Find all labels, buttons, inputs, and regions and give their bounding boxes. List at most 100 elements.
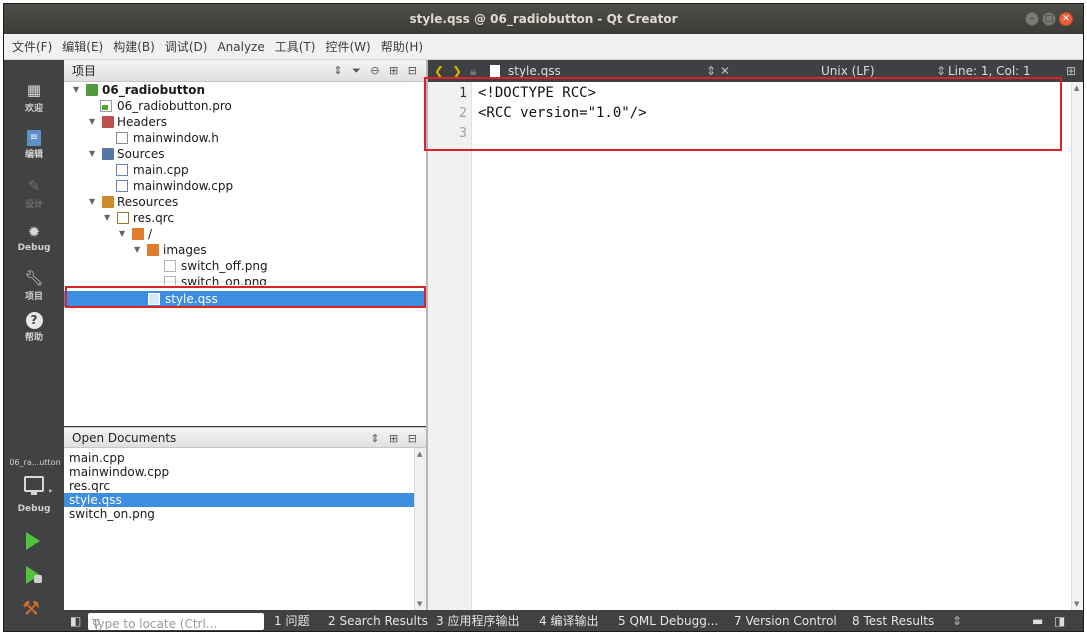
code-line[interactable]: <RCC version="1.0"/> bbox=[478, 105, 647, 121]
mode-help[interactable]: ? 帮助 bbox=[4, 312, 64, 343]
expand-arrow-icon[interactable]: ▼ bbox=[89, 194, 95, 210]
maximize-button[interactable]: □ bbox=[1042, 12, 1056, 26]
open-documents-tools[interactable]: ⇕ ⊞ ⊟ bbox=[370, 428, 420, 450]
cpp-file-icon bbox=[116, 164, 128, 176]
menu-tools[interactable]: 工具(T) bbox=[275, 38, 316, 55]
pane-search-results[interactable]: 2 Search Results bbox=[328, 610, 428, 631]
mode-welcome-label: 欢迎 bbox=[24, 104, 43, 114]
menu-widgets[interactable]: 控件(W) bbox=[325, 38, 370, 55]
tree-label: images bbox=[163, 243, 207, 257]
scroll-up-icon[interactable]: ▲ bbox=[1074, 84, 1079, 92]
pane-compile-output[interactable]: 4 编译输出 bbox=[539, 610, 598, 631]
pane-issues[interactable]: 1 问题 bbox=[274, 610, 309, 631]
editor-scrollbar[interactable]: ▲ ▼ bbox=[1071, 82, 1083, 610]
toggle-output-icon[interactable]: ◨ bbox=[1054, 610, 1065, 631]
mode-design[interactable]: ✎ 设计 bbox=[4, 176, 64, 210]
scroll-up-icon[interactable]: ▲ bbox=[417, 450, 422, 458]
cursor-position[interactable]: Line: 1, Col: 1 bbox=[948, 60, 1031, 82]
title-bar: style.qss @ 06_radiobutton - Qt Creator … bbox=[4, 4, 1083, 34]
mode-edit[interactable]: ≡ 编辑 bbox=[4, 130, 64, 160]
code-editor[interactable]: 1 2 3 <!DOCTYPE RCC> <RCC version="1.0"/… bbox=[428, 82, 1083, 610]
toggle-sidebar-icon[interactable]: ◧ bbox=[70, 610, 81, 631]
tree-item-mainwindow-cpp[interactable]: mainwindow.cpp bbox=[64, 178, 426, 194]
tree-item-main-cpp[interactable]: main.cpp bbox=[64, 162, 426, 178]
expand-arrow-icon[interactable]: ▼ bbox=[73, 82, 79, 98]
pane-app-output[interactable]: 3 应用程序输出 bbox=[436, 610, 519, 631]
tree-item-project[interactable]: ▼ 06_radiobutton bbox=[64, 82, 426, 98]
tree-label: res.qrc bbox=[133, 211, 175, 225]
line-number: 2 bbox=[459, 106, 467, 121]
tree-label: Resources bbox=[117, 195, 179, 209]
tree-label: Headers bbox=[117, 115, 167, 129]
mode-edit-label: 编辑 bbox=[24, 150, 43, 160]
expand-arrow-icon[interactable]: ▼ bbox=[89, 146, 95, 162]
tree-item-res-qrc[interactable]: ▼ res.qrc bbox=[64, 210, 426, 226]
list-item[interactable]: switch_on.png bbox=[64, 507, 414, 521]
kit-project-name: 06_ra...utton bbox=[9, 458, 61, 467]
progress-toggle-icon[interactable]: ▬ bbox=[1032, 610, 1043, 631]
menu-edit[interactable]: 编辑(E) bbox=[62, 38, 103, 55]
tree-item-switch-on[interactable]: switch_on.png bbox=[64, 274, 426, 285]
minimize-button[interactable]: – bbox=[1025, 12, 1039, 26]
code-line[interactable]: <!DOCTYPE RCC> bbox=[478, 85, 596, 101]
pane-qml-debugger[interactable]: 5 QML Debugg... bbox=[618, 610, 718, 631]
monitor-icon[interactable] bbox=[24, 476, 44, 495]
tree-item-sources[interactable]: ▼ Sources bbox=[64, 146, 426, 162]
mode-welcome[interactable]: ▦ 欢迎 bbox=[4, 80, 64, 114]
list-item[interactable]: mainwindow.cpp bbox=[64, 465, 414, 479]
mode-projects[interactable]: 🔧︎ 项目 bbox=[4, 268, 64, 302]
build-hammer-icon[interactable]: ⚒︎ bbox=[22, 596, 46, 620]
forward-arrow-icon[interactable]: ❯ bbox=[452, 60, 462, 82]
list-item[interactable]: res.qrc bbox=[64, 479, 414, 493]
help-question-icon: ? bbox=[25, 312, 43, 329]
run-icon[interactable] bbox=[26, 532, 40, 550]
tree-item-prefix-root[interactable]: ▼ / bbox=[64, 226, 426, 242]
tree-item-resources[interactable]: ▼ Resources bbox=[64, 194, 426, 210]
image-file-icon bbox=[164, 260, 176, 272]
line-number: 3 bbox=[459, 126, 467, 141]
menu-analyze[interactable]: Analyze bbox=[217, 40, 264, 54]
locator-input[interactable]: ⚲ Type to locate (Ctrl... bbox=[88, 613, 264, 631]
tree-item-switch-off[interactable]: switch_off.png bbox=[64, 258, 426, 274]
tree-item-headers[interactable]: ▼ Headers bbox=[64, 114, 426, 130]
mode-debug[interactable]: ✹ Debug bbox=[4, 222, 64, 253]
file-dropdown-icon[interactable]: ⇕ ✕ bbox=[706, 60, 730, 82]
window-title: style.qss @ 06_radiobutton - Qt Creator bbox=[409, 12, 678, 26]
pane-test-results[interactable]: 8 Test Results bbox=[852, 610, 934, 631]
line-ending-dropdown-icon[interactable]: ⇕ bbox=[936, 60, 946, 82]
window-controls: – □ ✕ bbox=[1025, 12, 1073, 26]
headers-folder-icon bbox=[102, 116, 114, 128]
tree-item-images[interactable]: ▼ images bbox=[64, 242, 426, 258]
back-arrow-icon[interactable]: ❮ bbox=[434, 60, 444, 82]
pane-version-control[interactable]: 7 Version Control bbox=[734, 610, 837, 631]
project-panel-title: 项目 bbox=[72, 64, 97, 78]
tree-item-mainwindow-h[interactable]: mainwindow.h bbox=[64, 130, 426, 146]
documents-scrollbar[interactable]: ▲ ▼ bbox=[414, 448, 426, 610]
tree-item-style-qss[interactable]: style.qss bbox=[64, 291, 426, 307]
scroll-down-icon[interactable]: ▼ bbox=[417, 600, 422, 608]
mode-bar: ▦ 欢迎 ≡ 编辑 ✎ 设计 ✹ Debug 🔧︎ 项目 ? 帮助 06_ra.… bbox=[4, 60, 64, 631]
scroll-down-icon[interactable]: ▼ bbox=[1074, 600, 1079, 608]
split-editor-icon[interactable]: ⊞ bbox=[1066, 60, 1076, 82]
expand-arrow-icon[interactable]: ▼ bbox=[134, 242, 140, 258]
expand-arrow-icon[interactable]: ▼ bbox=[119, 226, 125, 242]
project-panel-tools[interactable]: ⇕ ⏷ ⊖ ⊞ ⊟ bbox=[333, 60, 420, 82]
tree-label: mainwindow.cpp bbox=[133, 179, 234, 193]
menu-file[interactable]: 文件(F) bbox=[12, 38, 52, 55]
debug-run-icon[interactable] bbox=[26, 566, 42, 584]
menu-build[interactable]: 构建(B) bbox=[113, 38, 155, 55]
close-button[interactable]: ✕ bbox=[1059, 12, 1073, 26]
tree-item-pro-file[interactable]: 06_radiobutton.pro bbox=[64, 98, 426, 114]
kit-selector-arrow-icon[interactable]: ▸ bbox=[49, 486, 53, 495]
editor-toolbar: ❮ ❯ 🔒︎ style.qss ⇕ ✕ Unix (LF) ⇕ Line: 1… bbox=[428, 60, 1083, 82]
expand-arrow-icon[interactable]: ▼ bbox=[89, 114, 95, 130]
more-panes-icon[interactable]: ⇕ bbox=[952, 610, 962, 631]
editor-file-name[interactable]: style.qss bbox=[508, 60, 561, 82]
expand-arrow-icon[interactable]: ▼ bbox=[104, 210, 110, 226]
list-item[interactable]: main.cpp bbox=[64, 451, 414, 465]
menu-help[interactable]: 帮助(H) bbox=[381, 38, 423, 55]
project-folder-icon bbox=[86, 84, 98, 96]
list-item[interactable]: style.qss bbox=[64, 493, 414, 507]
menu-debug[interactable]: 调试(D) bbox=[165, 38, 208, 55]
line-ending-selector[interactable]: Unix (LF) bbox=[821, 60, 875, 82]
